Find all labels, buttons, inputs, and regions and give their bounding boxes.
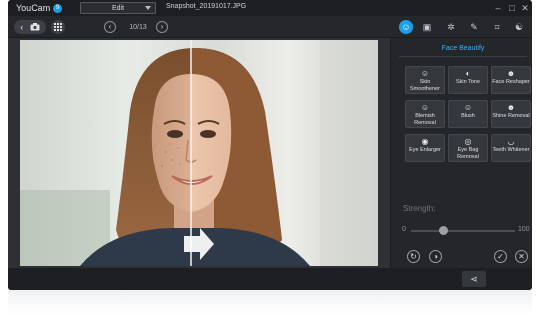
back-to-camera-button[interactable]: ‹	[14, 20, 46, 34]
chevron-down-icon	[145, 6, 151, 10]
share-icon: ⋖	[470, 274, 478, 284]
slider-min-label: 0	[402, 226, 406, 233]
before-after-photo	[20, 40, 378, 266]
blush-button[interactable]: ☺ Blush	[448, 100, 488, 128]
shine-removal-icon: ☻	[506, 103, 516, 112]
photo-canvas	[8, 38, 390, 268]
feature-label: Skin Smoothener	[410, 79, 440, 92]
skin-smoothener-button[interactable]: ☺ Skin Smoothener	[405, 66, 445, 94]
youcam-window: YouCam 9 Edit Snapshot_20191017.JPG – □ ✕…	[8, 0, 532, 290]
eye-enlarger-icon: ◉	[421, 137, 429, 146]
camera-icon	[30, 23, 40, 31]
face-reshaper-icon: ☻	[506, 69, 516, 78]
feature-label: Face Reshaper	[492, 79, 530, 85]
strength-label: Strength:	[403, 204, 436, 213]
face-swap-tool-icon[interactable]: ☯	[512, 20, 526, 34]
grid-view-button[interactable]	[51, 20, 65, 34]
mode-dropdown[interactable]: Edit	[80, 2, 156, 14]
face-reshaper-button[interactable]: ☻ Face Reshaper	[491, 66, 531, 94]
eye-bag-removal-button[interactable]: ◎ Eye Bag Removal	[448, 134, 488, 162]
slider-max-label: 100	[518, 226, 530, 233]
teeth-whitener-icon: ◡	[507, 137, 515, 146]
face-beautify-tool-icon[interactable]: ☺	[399, 20, 413, 34]
eye-enlarger-button[interactable]: ◉ Eye Enlarger	[405, 134, 445, 162]
slider-handle[interactable]	[438, 226, 448, 235]
compare-icon[interactable]: ◑	[429, 250, 442, 263]
strength-slider[interactable]	[411, 226, 515, 235]
feature-label: Shine Removal	[492, 113, 530, 119]
main-toolbar: ‹ ‹ 10/13 › ☺ ▣ ✲ ✎ ⌗ ☯	[8, 16, 532, 38]
mode-value: Edit	[111, 4, 125, 12]
skin-tone-button[interactable]: ◐ Skin Tone	[448, 66, 488, 94]
cancel-icon[interactable]: ✕	[515, 250, 528, 263]
minimize-icon[interactable]: –	[492, 2, 504, 14]
feature-label: Eye Bag Removal	[457, 147, 479, 160]
photo-counter: 10/13	[129, 24, 147, 31]
file-name: Snapshot_20191017.JPG	[166, 3, 247, 10]
title-bar: YouCam 9 Edit Snapshot_20191017.JPG – □ ✕	[8, 0, 532, 16]
face-beautify-panel: Face Beautify ☺ Skin Smoothener ◐ Skin T…	[390, 38, 532, 268]
bottom-bar: ⋖	[8, 268, 532, 290]
skin-tone-icon: ◐	[465, 69, 471, 78]
portrait-image	[20, 40, 378, 266]
back-arrow-icon: ‹	[20, 22, 24, 32]
feature-label: Blush	[461, 113, 475, 119]
panel-title: Face Beautify	[399, 45, 527, 57]
teeth-whitener-button[interactable]: ◡ Teeth Whitener	[491, 134, 531, 162]
window-reflection	[8, 290, 532, 315]
brightness-tool-icon[interactable]: ✲	[444, 20, 458, 34]
eye-bag-removal-icon: ◎	[464, 137, 472, 146]
blush-icon: ☺	[463, 103, 473, 112]
previous-photo-button[interactable]: ‹	[104, 21, 116, 33]
feature-label: Skin Tone	[455, 79, 481, 85]
app-name: YouCam	[16, 3, 51, 13]
blemish-removal-icon: ☺	[420, 103, 430, 112]
skin-smoothener-icon: ☺	[420, 69, 430, 78]
photo-adjust-tool-icon[interactable]: ▣	[420, 20, 434, 34]
next-photo-button[interactable]: ›	[156, 21, 168, 33]
feature-label: Blemish Removal	[414, 113, 436, 126]
share-button[interactable]: ⋖	[462, 271, 486, 287]
feature-label: Eye Enlarger	[409, 147, 441, 153]
apply-icon[interactable]: ✓	[494, 250, 507, 263]
feature-label: Teeth Whitener	[492, 147, 530, 153]
makeup-tool-icon[interactable]: ✎	[467, 20, 481, 34]
crop-tool-icon[interactable]: ⌗	[490, 20, 504, 34]
shine-removal-button[interactable]: ☻ Shine Removal	[491, 100, 531, 128]
reset-icon[interactable]: ↻	[407, 250, 420, 263]
app-version-badge: 9	[53, 3, 63, 13]
close-icon[interactable]: ✕	[519, 2, 531, 14]
maximize-icon[interactable]: □	[506, 2, 518, 14]
blemish-removal-button[interactable]: ☺ Blemish Removal	[405, 100, 445, 128]
